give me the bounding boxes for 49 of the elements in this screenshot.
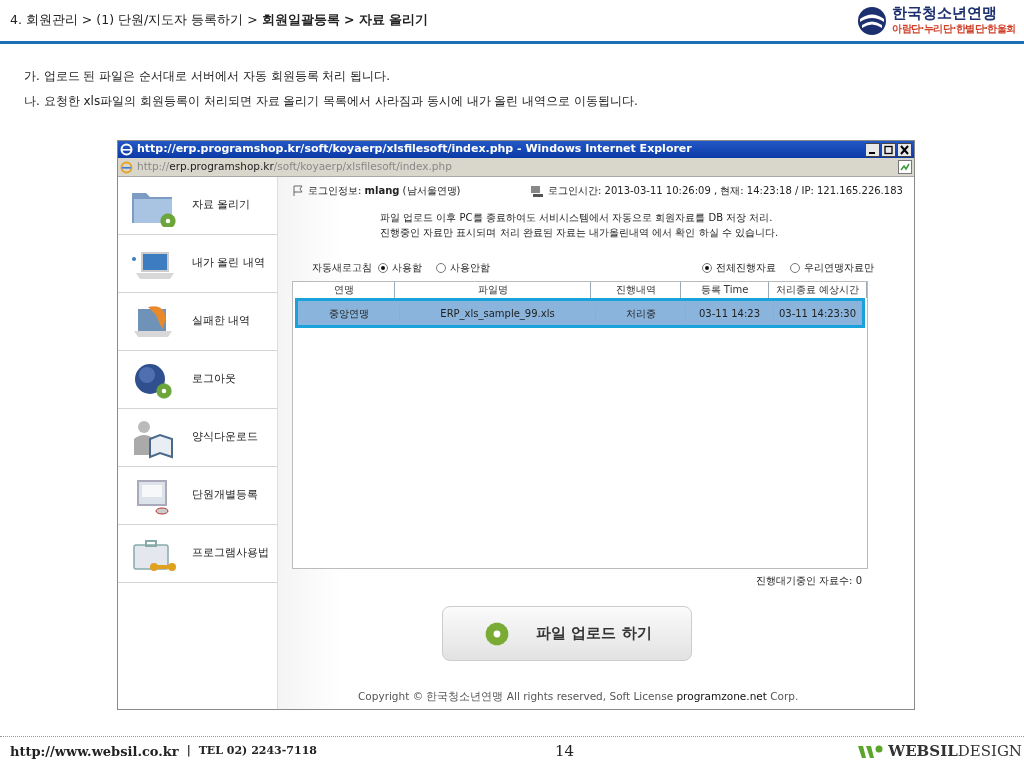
computer-icon: [530, 184, 544, 197]
sidebar-item[interactable]: 로그아웃: [118, 351, 277, 409]
table-cell: 03-11 14:23:30: [774, 305, 862, 321]
logo-subtitle: 아람단·누리단·한별단·한울회: [892, 21, 1016, 36]
brand-name: WEBSILDESIGN: [888, 741, 1022, 763]
description-text: 진행중인 자료만 표시되며 처리 완료된 자료는 내가올린내역 에서 확인 하실 수 있습니다.: [380, 226, 780, 240]
sidebar-item[interactable]: 실패한 내역: [118, 293, 277, 351]
page-number: 14: [554, 741, 575, 763]
radio-option[interactable]: 사용함: [378, 260, 422, 275]
footer-separator: |: [186, 743, 191, 760]
radio-option[interactable]: 우리연맹자료만: [790, 260, 874, 275]
copyright-text: Copyright © 한국청소년연맹 All rights reserved, Soft License programzone.net Corp.: [358, 689, 800, 704]
logo-text: 한국청소년연맹: [892, 5, 999, 21]
compat-icon: [898, 160, 912, 174]
close-icon[interactable]: [897, 142, 912, 157]
table-cell: 중앙연맹: [298, 305, 400, 321]
radio-button[interactable]: [436, 262, 446, 273]
window-title: http://erp.programshop.kr/soft/koyaerp/xlsfilesoft/index.php - Windows Internet Explorer: [137, 141, 693, 158]
radio-button[interactable]: [378, 262, 388, 273]
footer-link[interactable]: http://www.websil.co.kr: [10, 741, 179, 762]
table-row[interactable]: 중앙연맹 ERP_xls_sample_99.xls 처리중 03-11 14:23 03-11 14:23:30: [295, 298, 865, 328]
sidebar-item[interactable]: 양식다운로드: [118, 409, 277, 467]
brand-mark-icon: [858, 743, 885, 760]
minimize-icon[interactable]: [865, 142, 880, 157]
radio-button[interactable]: [702, 262, 712, 273]
sidebar-item[interactable]: 프로그램사용법: [118, 525, 277, 583]
radio-option[interactable]: 사용안함: [436, 260, 490, 275]
upload-button[interactable]: 파일 업로드 하기: [442, 606, 692, 661]
radio-button[interactable]: [790, 262, 800, 273]
note-text: 나. 요청한 xls파일의 회원등록이 처리되면 자료 올리기 목록에서 사라짐과 동시에 내가 올린 내역으로 이동됩니다.: [24, 93, 639, 110]
sidebar-item[interactable]: 자료 올리기: [118, 177, 277, 235]
maximize-icon[interactable]: [881, 142, 896, 157]
breadcrumb: 4. 회원관리 > (1) 단원/지도자 등록하기 > 회원일괄등록 > 자료 올리기: [10, 11, 429, 30]
description-text: 파일 업로드 이후 PC를 종료하여도 서비시스템에서 자동으로 회원자료를 DB 저장 처리.: [380, 211, 774, 225]
table-cell: ERP_xls_sample_99.xls: [400, 305, 596, 321]
footer-phone: TEL 02) 2243-7118: [198, 743, 317, 760]
emblem-icon: [856, 5, 889, 36]
radio-option[interactable]: 전체진행자료: [702, 260, 776, 275]
table-cell: 처리중: [596, 305, 686, 321]
sidebar-item[interactable]: 단원개별등록: [118, 467, 277, 525]
sidebar-item[interactable]: 내가 올린 내역: [118, 235, 277, 293]
note-text: 가. 업로드 된 파일은 순서대로 서버에서 자동 회원등록 처리 됩니다.: [24, 68, 391, 85]
login-time: 로그인시간: 2013-03-11 10:26:09 , 현재: 14:23:18 / IP: 121.165.226.183: [548, 184, 903, 198]
queue-count: 진행대기중인 자료수: 0: [754, 574, 862, 588]
flag-icon: [292, 184, 304, 197]
refresh-label: 자동새로고침: [312, 261, 372, 275]
address-text: http://erp.programshop.kr/soft/koyaerp/xlsfilesoft/index.php: [137, 159, 453, 175]
login-info: 로그인정보: mlang (남서울연맹): [308, 184, 462, 198]
table-cell: 03-11 14:23: [686, 305, 774, 321]
